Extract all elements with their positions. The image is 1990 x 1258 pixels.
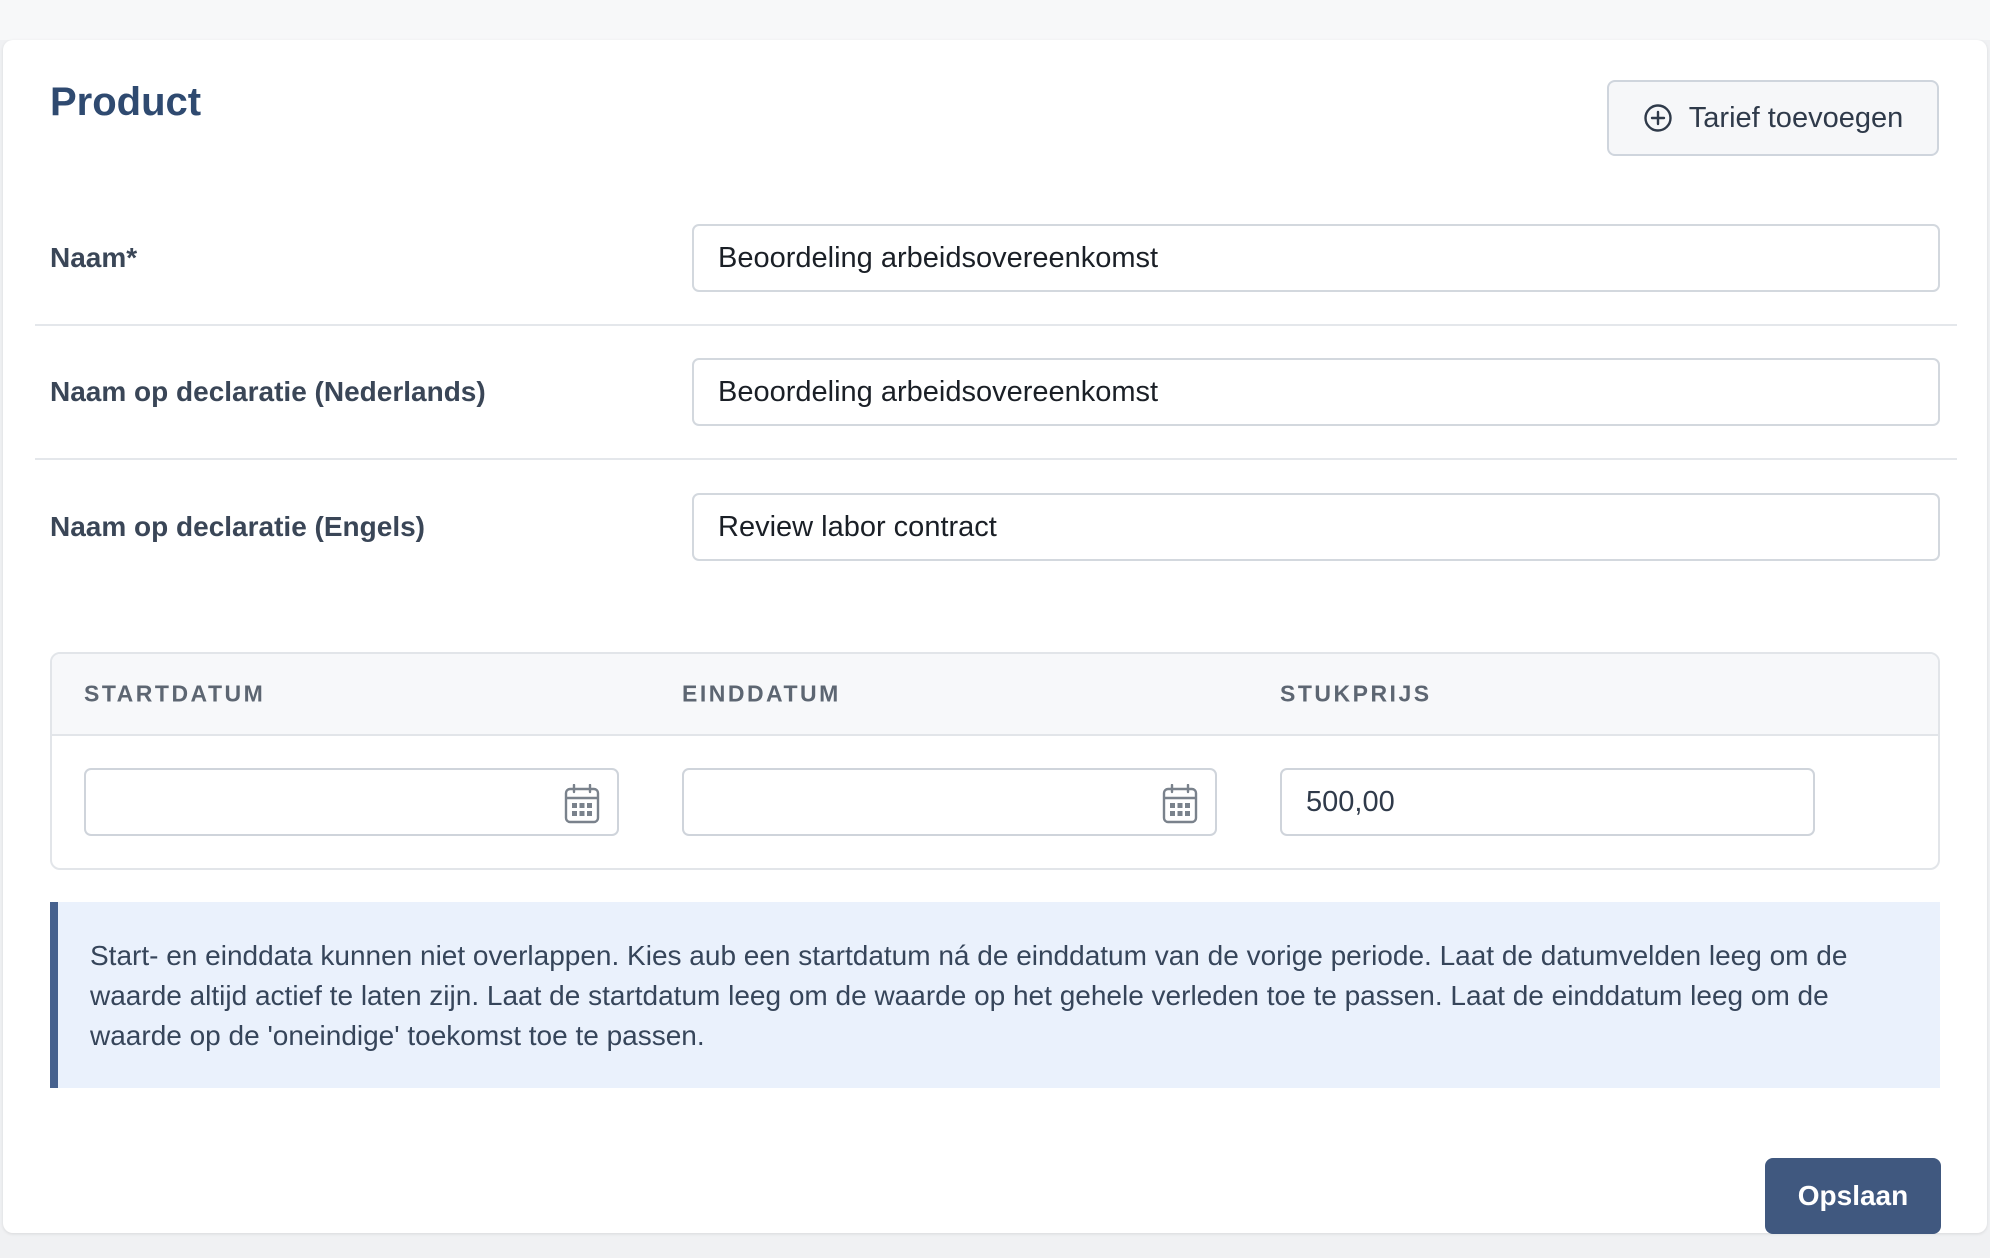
calendar-icon[interactable] bbox=[1162, 783, 1198, 824]
info-alert: Start- en einddata kunnen niet overlappe… bbox=[50, 902, 1940, 1088]
form-row-naam-en: Naam op declaratie (Engels) bbox=[35, 460, 1957, 594]
naam-en-input[interactable] bbox=[692, 493, 1940, 561]
page-title: Product bbox=[50, 80, 202, 124]
naam-label: Naam* bbox=[50, 242, 138, 273]
tariff-table: STARTDATUM EINDDATUM STUKPRIJS bbox=[50, 652, 1940, 870]
column-header-startdatum: STARTDATUM bbox=[84, 680, 266, 707]
top-strip bbox=[0, 0, 1990, 40]
plus-circle-icon bbox=[1643, 103, 1673, 133]
form-row-naam: Naam* bbox=[35, 192, 1957, 326]
startdatum-input[interactable] bbox=[84, 768, 619, 836]
form-row-naam-nl: Naam op declaratie (Nederlands) bbox=[35, 326, 1957, 460]
stukprijs-input[interactable] bbox=[1280, 768, 1815, 836]
naam-input[interactable] bbox=[692, 224, 1940, 292]
naam-nl-input[interactable] bbox=[692, 358, 1940, 426]
column-header-einddatum: EINDDATUM bbox=[682, 680, 841, 707]
info-text: Start- en einddata kunnen niet overlappe… bbox=[90, 940, 1848, 1051]
add-tariff-button[interactable]: Tarief toevoegen bbox=[1607, 80, 1939, 156]
add-tariff-label: Tarief toevoegen bbox=[1688, 101, 1904, 134]
tariff-table-header: STARTDATUM EINDDATUM STUKPRIJS bbox=[52, 654, 1938, 736]
calendar-icon[interactable] bbox=[564, 783, 600, 824]
save-button[interactable]: Opslaan bbox=[1765, 1158, 1941, 1234]
column-header-stukprijs: STUKPRIJS bbox=[1280, 680, 1432, 707]
einddatum-input[interactable] bbox=[682, 768, 1217, 836]
product-card: Product Tarief toevoegen Naam* Naam op d… bbox=[3, 40, 1987, 1234]
naam-nl-label: Naam op declaratie (Nederlands) bbox=[50, 376, 486, 407]
naam-en-label: Naam op declaratie (Engels) bbox=[50, 511, 426, 542]
